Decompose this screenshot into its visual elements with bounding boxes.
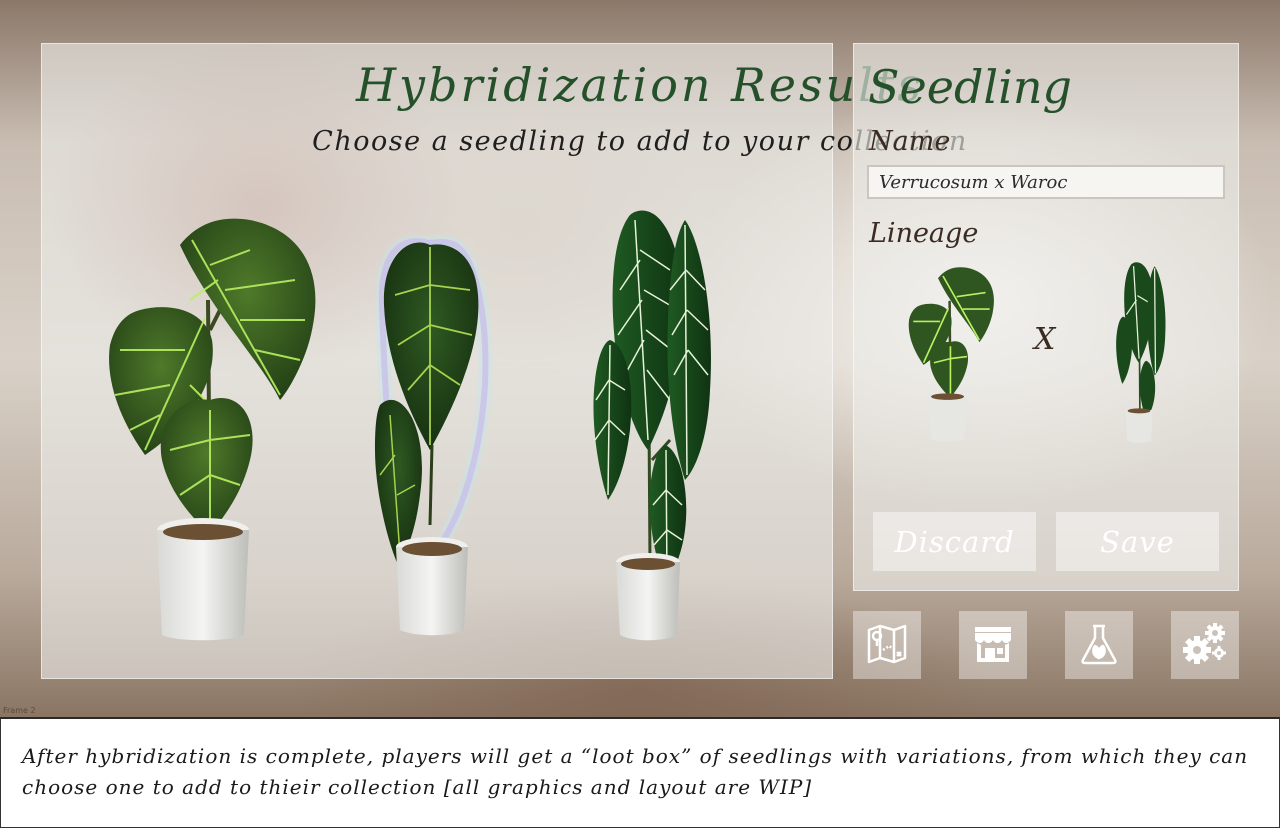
- map-icon: [865, 622, 909, 669]
- map-button[interactable]: [853, 611, 921, 679]
- seedling-name-input[interactable]: [867, 165, 1225, 199]
- lab-flask-icon: [1077, 622, 1121, 669]
- caption-text: After hybridization is complete, players…: [22, 744, 1249, 799]
- lineage-parent-2: [1112, 262, 1172, 447]
- name-label: Name: [869, 126, 951, 157]
- game-scene-background: Hybridization Results Choose a seedling …: [0, 0, 1280, 717]
- save-button[interactable]: Save: [1056, 512, 1219, 571]
- shop-button[interactable]: [959, 611, 1027, 679]
- lineage-label: Lineage: [869, 218, 979, 249]
- shop-icon: [971, 622, 1015, 669]
- seedling-option-3[interactable]: [590, 210, 720, 650]
- settings-button[interactable]: [1171, 611, 1239, 679]
- discard-button[interactable]: Discard: [873, 512, 1036, 571]
- seedling-panel-title: Seedling: [868, 60, 1072, 114]
- seedling-option-1[interactable]: [100, 210, 330, 650]
- lab-button[interactable]: [1065, 611, 1133, 679]
- settings-gears-icon: [1181, 620, 1229, 671]
- seedling-option-2-selected[interactable]: [360, 235, 500, 645]
- lineage-cross-symbol: X: [1034, 322, 1056, 357]
- lineage-parent-1: [905, 262, 1000, 447]
- frame-label: Frame 2: [3, 706, 36, 715]
